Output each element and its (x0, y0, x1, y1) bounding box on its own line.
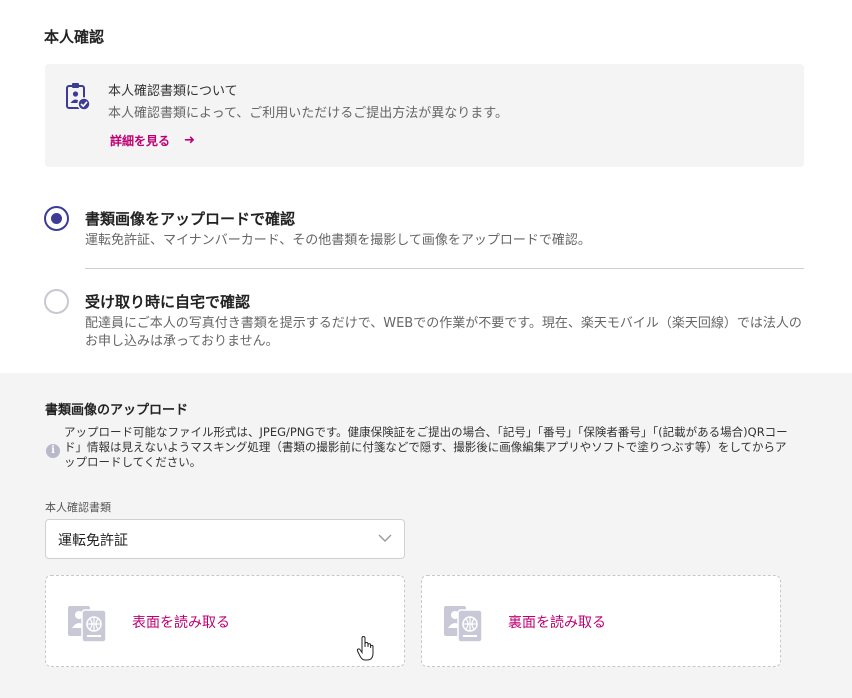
info-card-description: 本人確認書類によって、ご利用いただけるご提出方法が異なります。 (108, 106, 509, 121)
scan-front-button[interactable]: 表面を読み取る (45, 575, 405, 667)
id-badge-icon (66, 83, 91, 111)
radio-option-upload-description: 運転免許証、マイナンバーカード、その他書類を撮影して画像をアップロードで確認。 (85, 233, 591, 248)
document-type-select[interactable]: 運転免許証 (45, 519, 405, 559)
scan-back-label: 裏面を読み取る (508, 615, 606, 631)
radio-button-selected[interactable] (44, 206, 69, 231)
divider (85, 268, 804, 269)
info-card-title: 本人確認書類について (108, 84, 238, 99)
scan-front-label: 表面を読み取る (132, 615, 230, 631)
document-type-value: 運転免許証 (58, 533, 128, 549)
radio-option-upload-title: 書類画像をアップロードで確認 (85, 210, 296, 228)
section-title: 本人確認 (44, 28, 105, 46)
info-icon: i (46, 444, 60, 458)
details-link-label: 詳細を見る (110, 134, 171, 148)
radio-option-home-title: 受け取り時に自宅で確認 (85, 293, 251, 311)
radio-option-home-description: 配達員にご本人の写真付き書類を提示するだけで、WEBでの作業が不要です。現在、楽… (85, 316, 802, 349)
id-card-globe-icon (444, 606, 483, 643)
arrow-right-icon: ➜ (184, 133, 195, 148)
document-type-label: 本人確認書類 (45, 501, 111, 514)
upload-section-title: 書類画像のアップロード (45, 403, 189, 418)
scan-back-button[interactable]: 裏面を読み取る (421, 575, 781, 667)
radio-button[interactable] (44, 289, 69, 314)
info-card: 本人確認書類について 本人確認書類によって、ご利用いただけるご提出方法が異なりま… (45, 64, 804, 167)
details-link[interactable]: 詳細を見る ➜ (110, 132, 195, 149)
chevron-down-icon (378, 534, 392, 542)
upload-section: 書類画像のアップロード i アップロード可能なファイル形式は、JPEG/PNGで… (0, 373, 852, 698)
hand-cursor-icon (356, 636, 374, 661)
upload-notice: アップロード可能なファイル形式は、JPEG/PNGです。健康保険証をご提出の場合… (64, 425, 788, 469)
id-card-globe-icon (68, 606, 107, 643)
